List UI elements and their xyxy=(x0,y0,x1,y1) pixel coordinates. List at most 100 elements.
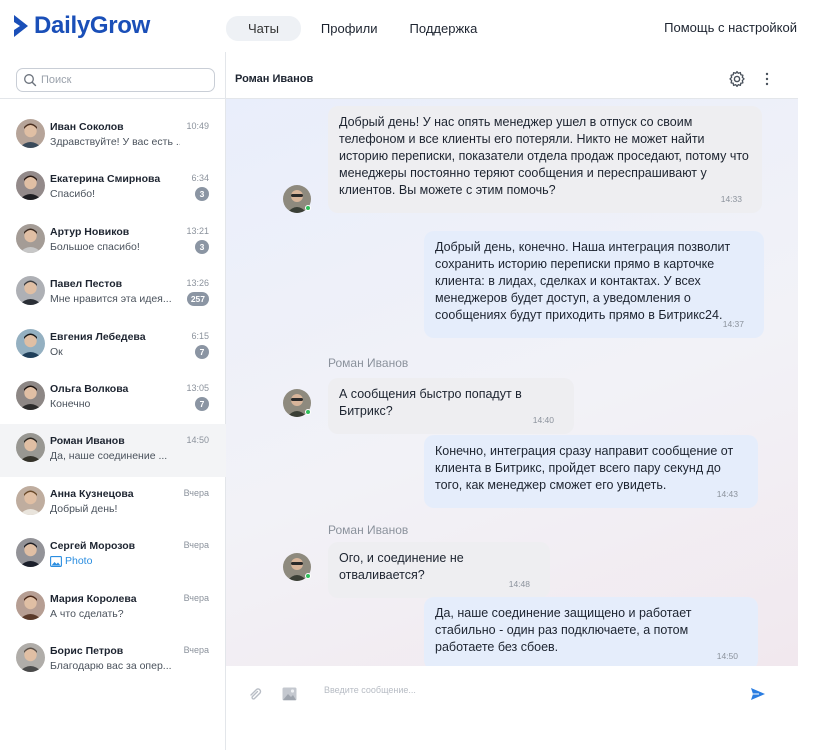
chat-name: Павел Пестов xyxy=(50,278,123,291)
chat-preview-text: Photo xyxy=(65,555,93,568)
message-outgoing: Да, наше соединение защищено и работает … xyxy=(424,597,758,666)
chat-time: 13:26 xyxy=(186,278,209,289)
message-area: Добрый день! У нас опять менеджер ушел в… xyxy=(226,99,798,666)
paperclip-icon[interactable] xyxy=(248,686,264,702)
avatar xyxy=(16,276,45,306)
chat-name: Мария Королева xyxy=(50,592,137,605)
chat-preview: Спасибо! xyxy=(50,188,95,201)
online-indicator xyxy=(305,573,311,579)
chat-preview: Да, наше соединение ... xyxy=(50,450,168,463)
chat-time: 13:21 xyxy=(186,225,209,236)
tab-chats[interactable]: Чаты xyxy=(226,16,301,41)
chat-time: Вчера xyxy=(183,644,209,655)
gear-icon[interactable] xyxy=(728,70,746,88)
contact-name: Роман Иванов xyxy=(235,73,314,85)
logo-chevron-icon xyxy=(14,15,28,37)
chat-list-item[interactable]: Павел Пестов Мне нравится эта идея... 13… xyxy=(0,267,226,319)
sidebar-divider xyxy=(0,98,226,99)
chat-preview: Photo xyxy=(50,555,92,567)
message-time: 14:48 xyxy=(508,579,530,589)
chat-list-item[interactable]: Екатерина Смирнова Спасибо! 6:34 3 xyxy=(0,162,226,214)
tab-support[interactable]: Поддержка xyxy=(398,16,490,41)
chat-name: Анна Кузнецова xyxy=(50,487,134,500)
chat-list-item[interactable]: Борис Петров Благодарю вас за опер... Вч… xyxy=(0,634,226,686)
unread-badge: 3 xyxy=(195,187,209,202)
brand-name: DailyGrow xyxy=(34,12,150,39)
message-input[interactable] xyxy=(324,685,724,695)
message-text: Конечно, интеграция сразу направит сообщ… xyxy=(435,444,734,492)
message-outgoing: Конечно, интеграция сразу направит сообщ… xyxy=(424,435,758,508)
unread-badge: 257 xyxy=(186,292,209,307)
chat-name: Роман Иванов xyxy=(50,435,125,448)
chat-time: 10:49 xyxy=(186,121,209,131)
chat-preview: Мне нравится эта идея... xyxy=(50,293,172,306)
chat-list-item[interactable]: Евгения Лебедева Ок 6:15 7 xyxy=(0,320,226,372)
chat-preview: Благодарю вас за опер... xyxy=(50,659,172,672)
message-time: 14:33 xyxy=(720,194,742,204)
chat-name: Евгения Лебедева xyxy=(50,330,146,343)
avatar xyxy=(16,380,45,410)
image-icon[interactable] xyxy=(282,687,297,701)
help-setup-link[interactable]: Помощь с настройкой xyxy=(664,20,797,35)
avatar xyxy=(16,433,45,463)
chat-sidebar: Иван Соколов Здравствуйте! У вас есть ..… xyxy=(0,52,226,750)
message-text: Ого, и соединение не отваливается? xyxy=(339,551,464,582)
chat-preview: А что сделать? xyxy=(50,607,124,620)
unread-badge: 7 xyxy=(195,344,209,359)
chat-name: Сергей Морозов xyxy=(50,540,136,553)
chat-list-item[interactable]: Мария Королева А что сделать? Вчера xyxy=(0,582,226,634)
message-incoming: Добрый день! У нас опять менеджер ушел в… xyxy=(328,106,762,213)
search-box xyxy=(16,68,215,92)
chat-list-item[interactable]: Иван Соколов Здравствуйте! У вас есть ..… xyxy=(0,110,226,162)
more-vertical-icon[interactable] xyxy=(763,71,771,87)
unread-badge: 7 xyxy=(195,396,209,411)
chat-name: Артур Новиков xyxy=(50,225,130,238)
sender-name: Роман Иванов xyxy=(328,356,409,370)
avatar xyxy=(16,485,45,515)
chat-preview: Ок xyxy=(50,345,63,358)
avatar xyxy=(16,119,45,148)
chat-time: Вчера xyxy=(183,487,209,498)
message-time: 14:43 xyxy=(716,489,738,499)
chat-list-item[interactable]: Роман Иванов Да, наше соединение ... 14:… xyxy=(0,424,226,477)
message-incoming: А сообщения быстро попадут в Битрикс? 14… xyxy=(328,378,574,434)
chat-list-item[interactable]: Ольга Волкова Конечно 13:05 7 xyxy=(0,372,226,424)
chat-name: Иван Соколов xyxy=(50,121,124,133)
chat-preview: Конечно xyxy=(50,397,91,410)
chat-name: Ольга Волкова xyxy=(50,382,129,395)
search-input[interactable] xyxy=(41,74,211,86)
tab-profiles[interactable]: Профили xyxy=(309,16,390,41)
message-text: Добрый день! У нас опять менеджер ушел в… xyxy=(339,115,749,197)
chat-time: 13:05 xyxy=(186,382,209,393)
message-time: 14:40 xyxy=(532,415,554,425)
message-outgoing: Добрый день, конечно. Наша интеграция по… xyxy=(424,231,764,338)
send-icon[interactable] xyxy=(750,687,766,701)
message-composer xyxy=(226,666,798,750)
top-bar: DailyGrow Чаты Профили Поддержка Помощь … xyxy=(0,0,814,52)
chat-preview: Добрый день! xyxy=(50,502,118,515)
chat-list: Иван Соколов Здравствуйте! У вас есть ..… xyxy=(0,110,226,686)
logo[interactable]: DailyGrow xyxy=(12,12,150,40)
chat-list-item[interactable]: Артур Новиков Большое спасибо! 13:21 3 xyxy=(0,215,226,267)
chat-list-item[interactable]: Анна Кузнецова Добрый день! Вчера xyxy=(0,477,226,529)
online-indicator xyxy=(305,409,311,415)
avatar xyxy=(16,171,45,201)
message-text: Добрый день, конечно. Наша интеграция по… xyxy=(435,240,731,322)
chat-list-item[interactable]: Сергей Морозов Photo Вчера xyxy=(0,529,226,581)
unread-badge: 3 xyxy=(195,239,209,254)
message-time: 14:37 xyxy=(722,319,744,329)
message-incoming: Ого, и соединение не отваливается? 14:48 xyxy=(328,542,550,598)
avatar xyxy=(16,538,45,568)
chat-name: Екатерина Смирнова xyxy=(50,173,161,186)
chat-header: Роман Иванов xyxy=(226,52,798,99)
chat-preview: Большое спасибо! xyxy=(50,240,140,253)
online-indicator xyxy=(305,205,311,211)
chat-time: Вчера xyxy=(183,540,209,551)
chat-time: 6:34 xyxy=(191,173,209,184)
avatar xyxy=(16,642,45,672)
avatar xyxy=(16,328,45,358)
chat-time: 14:50 xyxy=(186,435,209,446)
avatar xyxy=(16,590,45,620)
main-nav: Чаты Профили Поддержка xyxy=(226,16,497,41)
photo-icon xyxy=(50,555,62,567)
